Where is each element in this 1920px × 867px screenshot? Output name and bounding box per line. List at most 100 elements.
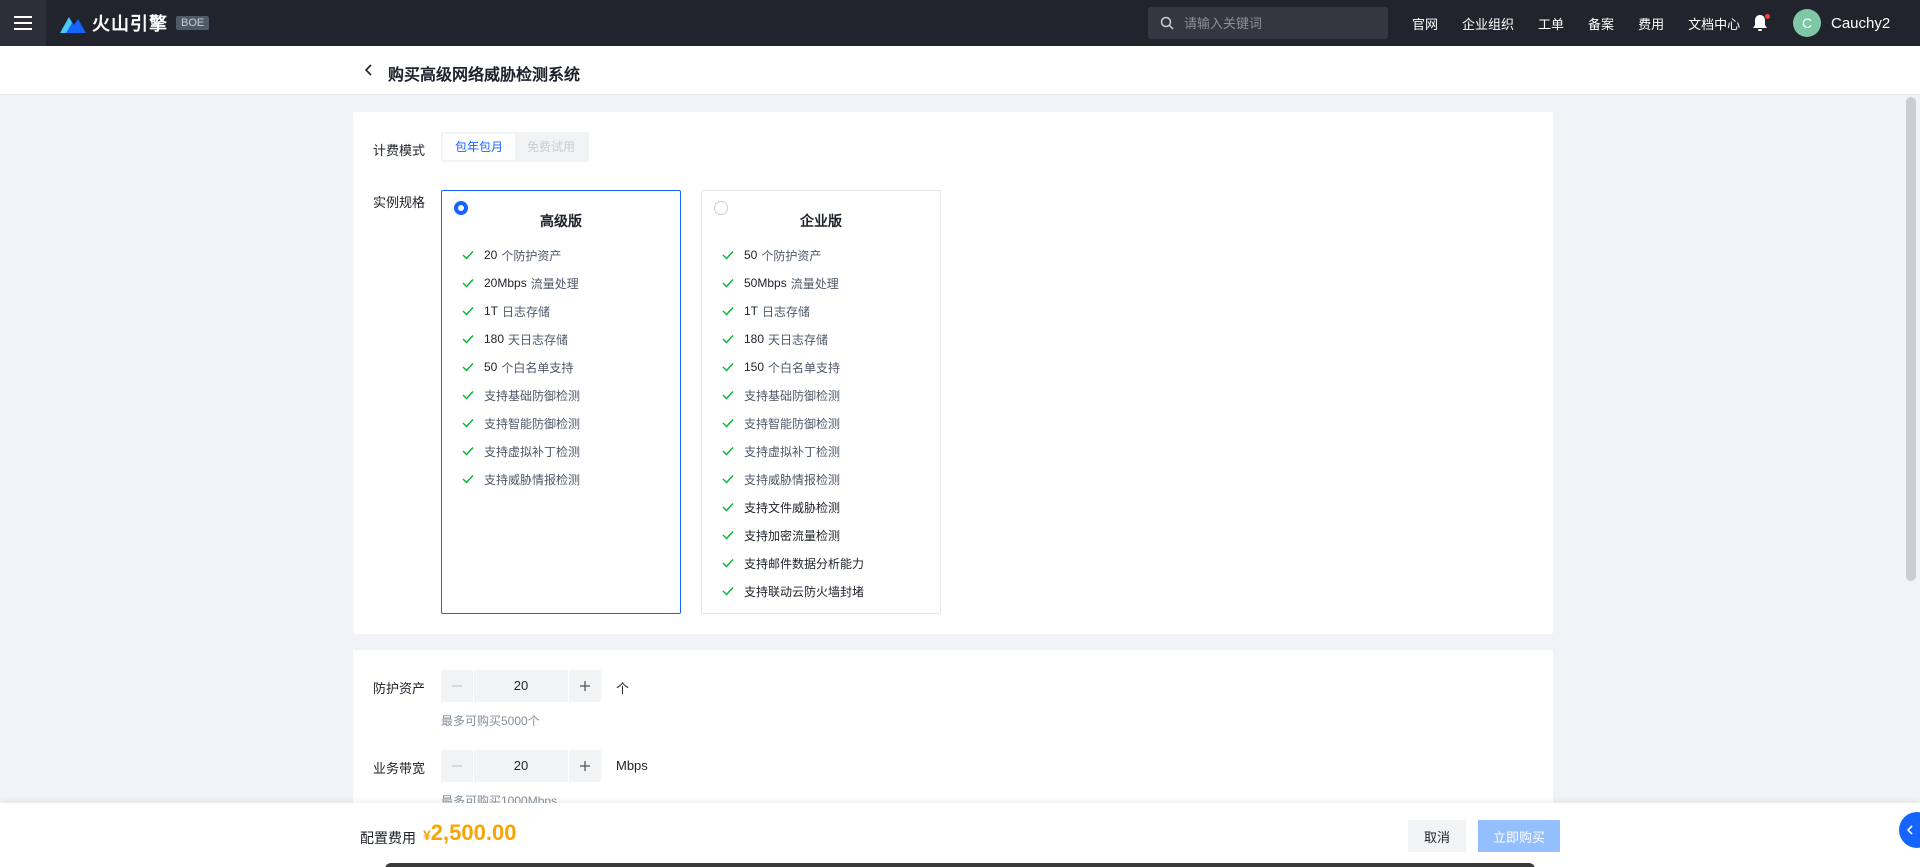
feature-text: 支持基础防御检测: [744, 388, 841, 403]
feature-item: 支持基础防御检测: [722, 381, 864, 409]
check-icon: [722, 559, 734, 568]
feature-item: 20 个防护资产: [462, 241, 580, 269]
check-icon: [462, 447, 474, 456]
feature-text: 天日志存储: [508, 332, 569, 347]
minus-icon[interactable]: [441, 670, 473, 702]
bandwidth-stepper: 20: [441, 750, 601, 782]
nav-tickets[interactable]: 工单: [1538, 14, 1564, 33]
feature-item: 支持联动云防火墙封堵: [722, 577, 864, 605]
search-input[interactable]: [1184, 15, 1374, 31]
feature-text: 个防护资产: [501, 248, 562, 263]
feature-text: 支持虚拟补丁检测: [484, 444, 581, 459]
check-icon: [462, 307, 474, 316]
bell-icon[interactable]: [1752, 14, 1770, 32]
logo-text: 火山引擎: [92, 14, 168, 34]
feature-text: 个白名单支持: [501, 360, 574, 375]
feature-item: 支持加密流量检测: [722, 521, 864, 549]
feature-number: 20: [484, 248, 498, 262]
env-badge: BOE: [176, 16, 210, 30]
feature-item: 180 天日志存储: [462, 325, 580, 353]
feature-item: 支持基础防御检测: [462, 381, 580, 409]
logo[interactable]: 火山引擎 BOE: [60, 10, 210, 36]
buy-now-button[interactable]: 立即购买: [1478, 820, 1560, 852]
nav-billing[interactable]: 费用: [1638, 14, 1664, 33]
search-icon: [1160, 16, 1174, 30]
feature-number: 180: [484, 332, 505, 346]
check-icon: [722, 475, 734, 484]
feature-text: 日志存储: [502, 304, 551, 319]
feature-text: 支持智能防御检测: [744, 416, 841, 431]
feature-text: 支持虚拟补丁检测: [744, 444, 841, 459]
quantity-card: 防护资产 20 个 最多可购买5000个 业务带宽 20 Mbps 最多可购买1…: [353, 650, 1553, 810]
assets-unit: 个: [616, 681, 630, 696]
assets-quantity-input[interactable]: 20: [473, 670, 569, 702]
check-icon: [462, 475, 474, 484]
billing-option-free-trial[interactable]: 免费试用: [515, 134, 587, 160]
check-icon: [722, 279, 734, 288]
feature-item: 1T 日志存储: [462, 297, 580, 325]
bandwidth-quantity-input[interactable]: 20: [473, 750, 569, 782]
chevron-left-icon: [1906, 825, 1913, 835]
feature-text: 支持威胁情报检测: [744, 472, 841, 487]
page-title: 购买高级网络威胁检测系统: [388, 67, 581, 84]
config-card: 计费模式 包年包月 免费试用 实例规格 高级版 20 个防护资产 20Mbps 流量处…: [353, 112, 1553, 634]
check-icon: [462, 363, 474, 372]
search-box[interactable]: [1148, 7, 1388, 39]
plan-card-advanced[interactable]: 高级版 20 个防护资产 20Mbps 流量处理 1T 日志存储 180 天日志存储 50 个白名…: [441, 190, 681, 614]
vertical-scrollbar[interactable]: [1906, 97, 1916, 581]
feature-number: 50: [744, 248, 758, 262]
feature-item: 支持虚拟补丁检测: [722, 437, 864, 465]
check-icon: [722, 503, 734, 512]
feature-text: 流量处理: [530, 276, 579, 291]
bandwidth-unit: Mbps: [616, 758, 648, 773]
feature-list-enterprise: 50 个防护资产 50Mbps 流量处理 1T 日志存储 180 天日志存储 150 个白名单支持…: [722, 241, 864, 605]
feature-text: 日志存储: [762, 304, 811, 319]
feature-number: 1T: [484, 304, 499, 318]
feature-text: 支持联动云防火墙封堵: [744, 584, 865, 599]
feature-item: 支持智能防御检测: [722, 409, 864, 437]
bandwidth-label: 业务带宽: [373, 761, 426, 776]
check-icon: [462, 251, 474, 260]
feature-item: 支持威胁情报检测: [462, 465, 580, 493]
feature-item: 支持威胁情报检测: [722, 465, 864, 493]
plan-title: 高级版: [540, 213, 582, 229]
nav-official-site[interactable]: 官网: [1412, 14, 1438, 33]
plan-card-enterprise[interactable]: 企业版 50 个防护资产 50Mbps 流量处理 1T 日志存储 180 天日志存储 150 个白…: [701, 190, 941, 614]
menu-icon[interactable]: [0, 0, 46, 46]
check-icon: [722, 419, 734, 428]
check-icon: [722, 391, 734, 400]
check-icon: [722, 363, 734, 372]
nav-docs[interactable]: 文档中心: [1688, 14, 1740, 33]
feature-text: 支持基础防御检测: [484, 388, 581, 403]
cost-value: ¥2,500.00: [423, 820, 516, 846]
nav-organization[interactable]: 企业组织: [1462, 14, 1514, 33]
plus-icon[interactable]: [569, 670, 601, 702]
back-arrow-icon[interactable]: [363, 64, 375, 76]
check-icon: [462, 391, 474, 400]
feature-text: 个防护资产: [761, 248, 822, 263]
avatar: C: [1793, 9, 1821, 37]
cost-amount: 2,500.00: [430, 820, 517, 845]
feature-number: 180: [744, 332, 765, 346]
notification-dot: [1765, 14, 1770, 19]
assets-hint: 最多可购买5000个: [441, 714, 540, 728]
feature-text: 支持智能防御检测: [484, 416, 581, 431]
feature-number: 1T: [744, 304, 759, 318]
feature-item: 支持智能防御检测: [462, 409, 580, 437]
check-icon: [722, 531, 734, 540]
minus-icon[interactable]: [441, 750, 473, 782]
feature-item: 20Mbps 流量处理: [462, 269, 580, 297]
feature-item: 50Mbps 流量处理: [722, 269, 864, 297]
cancel-button[interactable]: 取消: [1408, 820, 1466, 852]
feature-text: 天日志存储: [768, 332, 829, 347]
billing-option-subscription[interactable]: 包年包月: [443, 134, 516, 160]
plus-icon[interactable]: [569, 750, 601, 782]
feature-text: 支持邮件数据分析能力: [744, 556, 865, 571]
user-menu[interactable]: C Cauchy2: [1793, 9, 1890, 37]
feature-number: 150: [744, 360, 765, 374]
feature-item: 180 天日志存储: [722, 325, 864, 353]
feature-text: 支持加密流量检测: [744, 528, 841, 543]
nav-filing[interactable]: 备案: [1588, 14, 1614, 33]
feature-text: 支持文件威胁检测: [744, 500, 841, 515]
feature-number: 20Mbps: [484, 276, 527, 290]
